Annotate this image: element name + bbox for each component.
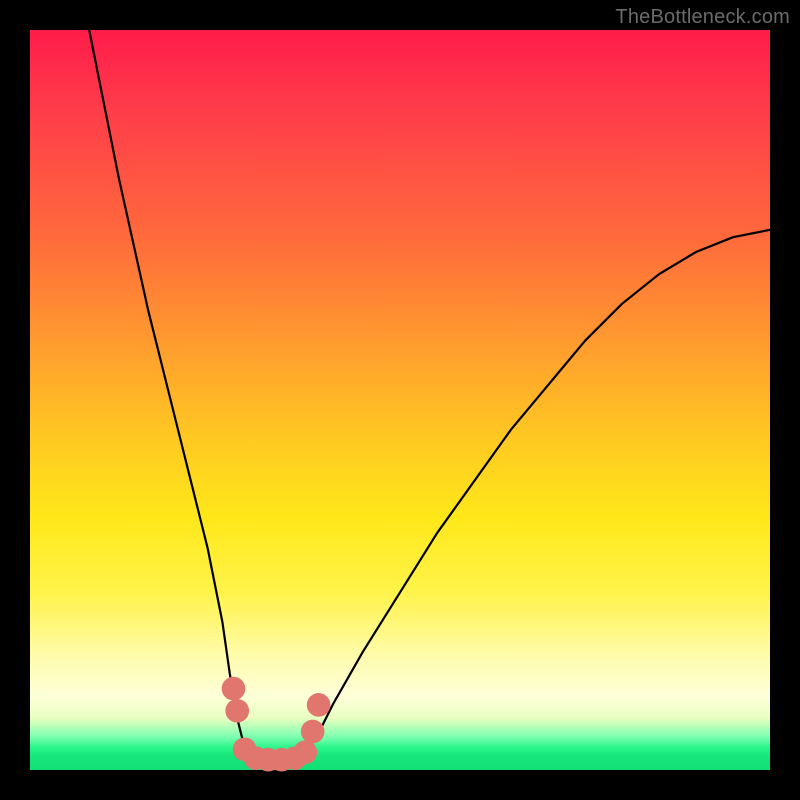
marker-dot <box>307 693 331 717</box>
marker-dot <box>293 740 317 764</box>
marker-dot <box>301 720 325 744</box>
chart-frame: TheBottleneck.com <box>0 0 800 800</box>
watermark-text: TheBottleneck.com <box>615 6 790 29</box>
bottleneck-curve <box>89 30 770 763</box>
marker-dot <box>222 677 246 701</box>
chart-svg <box>30 30 770 770</box>
marker-dot <box>225 699 249 723</box>
